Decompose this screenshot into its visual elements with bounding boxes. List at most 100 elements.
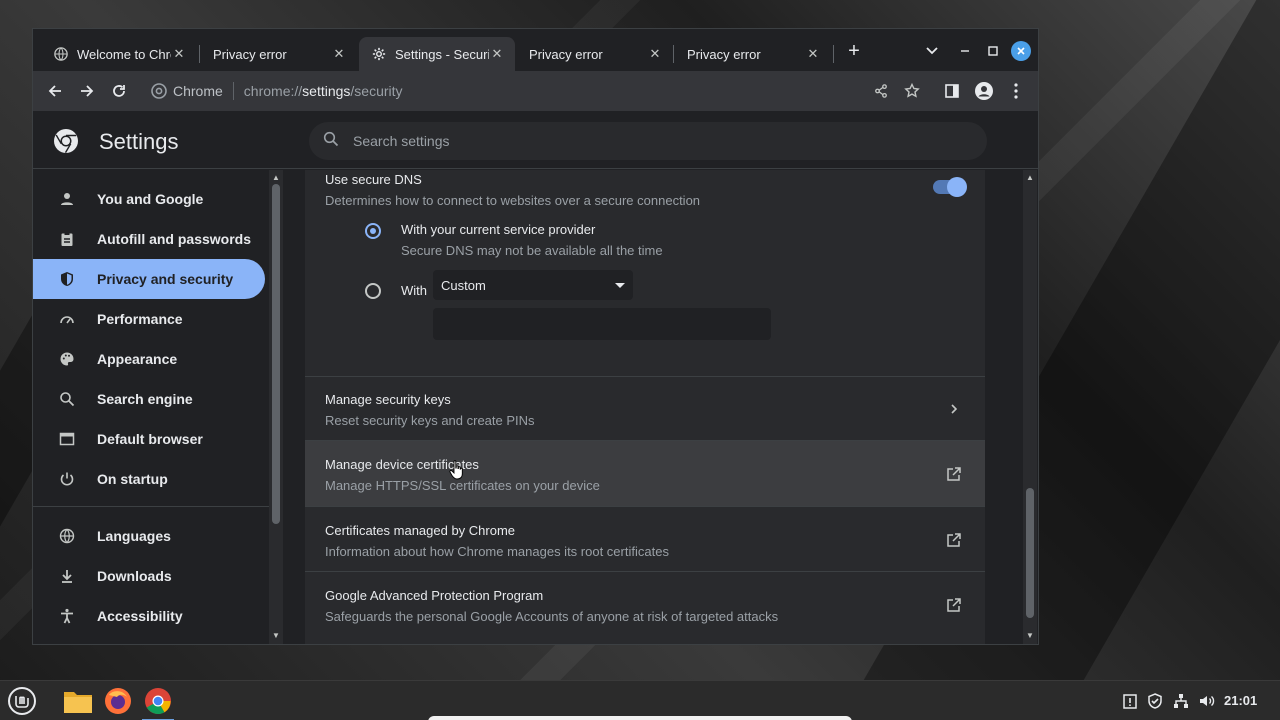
radio-current-provider[interactable] bbox=[365, 223, 381, 239]
more-menu-icon[interactable] bbox=[1004, 79, 1028, 103]
tab-privacy-error-3[interactable]: Privacy error ✕ bbox=[675, 37, 831, 71]
row-title: Google Advanced Protection Program bbox=[325, 588, 544, 603]
manage-device-certificates-row[interactable]: Manage device certificates Manage HTTPS/… bbox=[305, 440, 985, 506]
sidebar-item-accessibility[interactable]: Accessibility bbox=[33, 596, 265, 636]
omnibox-url: chrome://settings/security bbox=[244, 83, 403, 99]
tab-search-chevron-icon[interactable] bbox=[922, 41, 942, 61]
content-scrollbar[interactable]: ▲ ▼ bbox=[1023, 170, 1037, 644]
tab-divider bbox=[199, 45, 200, 63]
browser-toolbar: Chrome chrome://settings/security bbox=[33, 71, 1038, 111]
sidebar-item-downloads[interactable]: Downloads bbox=[33, 556, 265, 596]
chrome-window: Welcome to Chrome ✕ Privacy error ✕ Sett… bbox=[32, 28, 1039, 645]
accessibility-icon bbox=[57, 606, 77, 626]
search-input[interactable] bbox=[353, 133, 953, 149]
content-scroll-thumb[interactable] bbox=[1026, 488, 1034, 618]
minimize-icon[interactable] bbox=[955, 41, 975, 61]
search-icon bbox=[57, 389, 77, 409]
close-window-icon[interactable] bbox=[1011, 41, 1031, 61]
manage-security-keys-row[interactable]: Manage security keys Reset security keys… bbox=[305, 376, 985, 440]
certificates-managed-by-chrome-row[interactable]: Certificates managed by Chrome Informati… bbox=[305, 506, 985, 571]
sidebar-item-privacy-and-security[interactable]: Privacy and security bbox=[33, 259, 265, 299]
sidebar-item-label: Languages bbox=[97, 528, 171, 544]
clock[interactable]: 21:01 bbox=[1224, 693, 1257, 708]
firefox-icon[interactable] bbox=[102, 685, 134, 717]
sidebar-scrollbar[interactable]: ▲ ▼ bbox=[269, 170, 283, 644]
sidebar-item-appearance[interactable]: Appearance bbox=[33, 339, 265, 379]
chrome-logo-icon bbox=[53, 128, 79, 154]
secure-dns-title: Use secure DNS bbox=[325, 172, 422, 187]
tab-settings-security[interactable]: Settings - Security ✕ bbox=[359, 37, 515, 71]
shield-tray-icon[interactable] bbox=[1145, 691, 1165, 711]
close-icon[interactable]: ✕ bbox=[331, 46, 347, 62]
tab-strip: Welcome to Chrome ✕ Privacy error ✕ Sett… bbox=[33, 29, 1038, 71]
sidebar-item-on-startup[interactable]: On startup bbox=[33, 459, 265, 499]
menu-icon[interactable] bbox=[6, 685, 38, 717]
advanced-protection-row[interactable]: Google Advanced Protection Program Safeg… bbox=[305, 571, 985, 644]
sidebar-item-label: Downloads bbox=[97, 568, 172, 584]
row-text: Certificates managed by Chrome Informati… bbox=[325, 523, 669, 559]
close-icon[interactable]: ✕ bbox=[489, 46, 505, 62]
clipboard-icon bbox=[57, 229, 77, 249]
address-bar[interactable]: Chrome chrome://settings/security bbox=[141, 75, 897, 107]
close-icon[interactable]: ✕ bbox=[805, 46, 821, 62]
open-in-new-icon[interactable] bbox=[945, 596, 963, 614]
toggle-knob bbox=[947, 177, 967, 197]
bookmark-star-icon[interactable] bbox=[900, 79, 924, 103]
side-panel-icon[interactable] bbox=[940, 79, 964, 103]
close-icon[interactable]: ✕ bbox=[647, 46, 663, 62]
sidebar-scroll-thumb[interactable] bbox=[272, 184, 280, 524]
row-text: Google Advanced Protection Program Safeg… bbox=[325, 588, 778, 624]
scroll-down-icon[interactable]: ▼ bbox=[272, 632, 280, 640]
sidebar-item-autofill[interactable]: Autofill and passwords bbox=[33, 219, 265, 259]
browser-icon bbox=[57, 429, 77, 449]
sidebar-item-you-and-google[interactable]: You and Google bbox=[33, 179, 265, 219]
sidebar-item-search-engine[interactable]: Search engine bbox=[33, 379, 265, 419]
clipboard-tray-icon[interactable] bbox=[1120, 691, 1140, 711]
row-subtitle: Information about how Chrome manages its… bbox=[325, 544, 669, 559]
new-tab-icon[interactable]: + bbox=[844, 40, 864, 62]
close-icon[interactable]: ✕ bbox=[171, 46, 187, 62]
open-in-new-icon[interactable] bbox=[945, 531, 963, 549]
maximize-icon[interactable] bbox=[983, 41, 1003, 61]
tab-welcome[interactable]: Welcome to Chrome ✕ bbox=[41, 37, 197, 71]
volume-icon[interactable] bbox=[1197, 691, 1217, 711]
reload-icon[interactable] bbox=[107, 79, 131, 103]
back-icon[interactable] bbox=[43, 79, 67, 103]
network-icon[interactable] bbox=[1171, 691, 1191, 711]
sidebar-item-label: You and Google bbox=[97, 191, 204, 207]
current-provider-title: With your current service provider bbox=[401, 222, 596, 237]
forward-icon[interactable] bbox=[75, 79, 99, 103]
sidebar-item-default-browser[interactable]: Default browser bbox=[33, 419, 265, 459]
custom-dns-input[interactable] bbox=[433, 308, 771, 340]
open-in-new-icon[interactable] bbox=[945, 465, 963, 483]
share-icon[interactable] bbox=[869, 79, 893, 103]
profile-avatar-icon[interactable] bbox=[972, 79, 996, 103]
notification-panel-edge bbox=[428, 716, 852, 720]
power-icon bbox=[57, 469, 77, 489]
secure-dns-toggle[interactable] bbox=[933, 177, 967, 197]
hand-cursor-icon bbox=[449, 460, 465, 480]
dns-provider-select[interactable]: Custom bbox=[433, 270, 633, 300]
sidebar-item-performance[interactable]: Performance bbox=[33, 299, 265, 339]
shield-icon bbox=[57, 269, 77, 289]
sidebar-divider bbox=[33, 506, 269, 507]
search-icon bbox=[323, 131, 339, 152]
sidebar-item-languages[interactable]: Languages bbox=[33, 516, 265, 556]
globe-icon bbox=[53, 46, 69, 62]
tab-divider bbox=[673, 45, 674, 63]
download-icon bbox=[57, 566, 77, 586]
tab-privacy-error-1[interactable]: Privacy error ✕ bbox=[201, 37, 357, 71]
omnibox-chip: Chrome bbox=[173, 83, 223, 99]
scroll-up-icon[interactable]: ▲ bbox=[1026, 174, 1034, 182]
chevron-right-icon bbox=[945, 400, 963, 418]
chrome-icon[interactable] bbox=[142, 685, 174, 720]
files-icon[interactable] bbox=[62, 685, 94, 717]
search-settings[interactable] bbox=[309, 122, 987, 160]
radio-custom-provider[interactable] bbox=[365, 283, 381, 299]
scroll-up-icon[interactable]: ▲ bbox=[272, 174, 280, 182]
row-text: Manage security keys Reset security keys… bbox=[325, 392, 535, 428]
scroll-down-icon[interactable]: ▼ bbox=[1026, 632, 1034, 640]
row-title: Manage security keys bbox=[325, 392, 451, 407]
tab-privacy-error-2[interactable]: Privacy error ✕ bbox=[517, 37, 673, 71]
tab-title: Settings - Security bbox=[395, 46, 489, 62]
